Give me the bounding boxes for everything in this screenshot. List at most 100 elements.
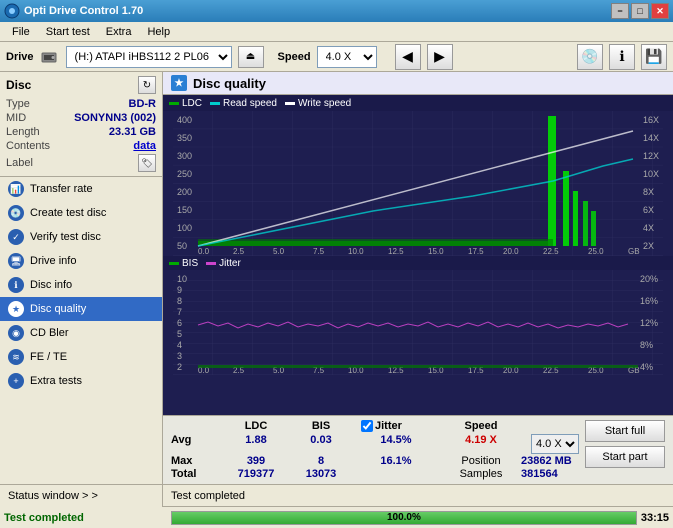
disc-contents-value[interactable]: data: [133, 140, 156, 152]
avg-jitter: 14.5%: [351, 434, 441, 454]
cd-bler-icon: ◉: [8, 325, 24, 341]
minimize-button[interactable]: −: [611, 3, 629, 19]
fe-te-icon: ≋: [8, 349, 24, 365]
jitter-header: Jitter: [375, 420, 402, 432]
disc-type-value: BD-R: [129, 98, 157, 110]
disc-contents-label: Contents: [6, 140, 50, 152]
drive-icon: [40, 48, 58, 66]
svg-text:25.0: 25.0: [588, 247, 604, 256]
nav-cd-bler[interactable]: ◉ CD Bler: [0, 321, 162, 345]
info-button[interactable]: ℹ: [609, 44, 635, 70]
speed-target-select[interactable]: 4.0 X: [531, 434, 579, 454]
avg-speed: 4.19 X: [441, 434, 521, 454]
nav-drive-info[interactable]: 🖥 Drive info: [0, 249, 162, 273]
disc-mid-value: SONYNN3 (002): [74, 112, 156, 124]
disc-refresh-button[interactable]: ↻: [138, 76, 156, 94]
nav-transfer-rate-label: Transfer rate: [30, 183, 93, 195]
svg-text:10: 10: [177, 274, 187, 284]
speed-select[interactable]: 4.0 X: [317, 46, 377, 68]
content-panel: ★ Disc quality LDC Read speed Write spee…: [163, 72, 673, 484]
svg-text:50: 50: [177, 241, 187, 251]
svg-text:6: 6: [177, 318, 182, 328]
max-jitter: 16.1%: [351, 455, 441, 467]
svg-text:250: 250: [177, 169, 192, 179]
svg-text:22.5: 22.5: [543, 247, 559, 256]
start-full-button[interactable]: Start full: [585, 420, 665, 442]
disc-length-value: 23.31 GB: [109, 126, 156, 138]
action-buttons: Start full Start part: [585, 420, 665, 468]
total-bis: 13073: [291, 468, 351, 480]
menu-extra[interactable]: Extra: [98, 24, 140, 40]
speed-target-select-container: 4.0 X: [531, 434, 579, 454]
svg-text:8%: 8%: [640, 340, 653, 350]
bis-legend-item: BIS: [169, 258, 198, 269]
status-window-button[interactable]: Status window > >: [0, 485, 163, 507]
nav-disc-info-label: Disc info: [30, 279, 72, 291]
bis-header: BIS: [291, 420, 351, 432]
test-completed-label: Test completed: [171, 490, 245, 502]
svg-text:7.5: 7.5: [313, 247, 325, 256]
spacer: [351, 420, 361, 432]
menu-start-test[interactable]: Start test: [38, 24, 98, 40]
drive-select[interactable]: (H:) ATAPI iHBS112 2 PL06: [66, 46, 232, 68]
status-bar: Status window > > Test completed Test co…: [0, 484, 673, 528]
menu-file[interactable]: File: [4, 24, 38, 40]
svg-text:14X: 14X: [643, 133, 659, 143]
speed-header: Speed: [441, 420, 521, 432]
disc-icon-button[interactable]: 💿: [577, 44, 603, 70]
nav-disc-quality-label: Disc quality: [30, 303, 86, 315]
svg-text:2: 2: [177, 362, 182, 372]
nav-disc-quality[interactable]: ★ Disc quality: [0, 297, 162, 321]
read-speed-legend-item: Read speed: [210, 98, 277, 109]
svg-text:8X: 8X: [643, 187, 654, 197]
samples-label: Samples: [441, 468, 521, 480]
arrow-left-button[interactable]: ◀: [395, 44, 421, 70]
disc-label-button[interactable]: 🏷: [138, 154, 156, 172]
arrow-right-button[interactable]: ▶: [427, 44, 453, 70]
svg-text:150: 150: [177, 205, 192, 215]
avg-label: Avg: [171, 434, 221, 454]
save-button[interactable]: 💾: [641, 44, 667, 70]
disc-type-label: Type: [6, 98, 30, 110]
svg-text:10X: 10X: [643, 169, 659, 179]
extra-tests-icon: +: [8, 373, 24, 389]
svg-text:400: 400: [177, 115, 192, 125]
disc-info-icon: ℹ: [8, 277, 24, 293]
sidebar: Disc ↻ Type BD-R MID SONYNN3 (002) Lengt…: [0, 72, 163, 484]
menu-help[interactable]: Help: [139, 24, 178, 40]
jitter-checkbox[interactable]: [361, 420, 373, 432]
svg-text:8: 8: [177, 296, 182, 306]
ldc-legend-label: LDC: [182, 98, 202, 109]
create-test-icon: 💿: [8, 205, 24, 221]
ldc-header: LDC: [221, 420, 291, 432]
svg-text:2X: 2X: [643, 241, 654, 251]
svg-text:4X: 4X: [643, 223, 654, 233]
eject-button[interactable]: ⏏: [238, 46, 264, 68]
svg-text:2.5: 2.5: [233, 247, 245, 256]
start-part-button[interactable]: Start part: [585, 446, 665, 468]
nav-transfer-rate[interactable]: 📊 Transfer rate: [0, 177, 162, 201]
total-samples: 381564: [521, 468, 558, 480]
svg-text:17.5: 17.5: [468, 247, 484, 256]
verify-test-icon: ✓: [8, 229, 24, 245]
svg-text:15.0: 15.0: [428, 247, 444, 256]
nav-extra-tests[interactable]: + Extra tests: [0, 369, 162, 393]
ldc-legend-item: LDC: [169, 98, 202, 109]
nav-create-test-disc[interactable]: 💿 Create test disc: [0, 201, 162, 225]
svg-text:9: 9: [177, 285, 182, 295]
bis-legend-dot: [169, 262, 179, 265]
title-bar: Opti Drive Control 1.70 − □ ✕: [0, 0, 673, 22]
nav-disc-info[interactable]: ℹ Disc info: [0, 273, 162, 297]
maximize-button[interactable]: □: [631, 3, 649, 19]
menu-bar: File Start test Extra Help: [0, 22, 673, 42]
nav-fe-te[interactable]: ≋ FE / TE: [0, 345, 162, 369]
nav-cd-bler-label: CD Bler: [30, 327, 69, 339]
nav-fe-te-label: FE / TE: [30, 351, 67, 363]
close-button[interactable]: ✕: [651, 3, 669, 19]
status-top-row: Status window > > Test completed: [0, 485, 673, 507]
jitter-legend-dot: [206, 262, 216, 265]
nav-list: 📊 Transfer rate 💿 Create test disc ✓ Ver…: [0, 177, 162, 393]
nav-verify-test-disc[interactable]: ✓ Verify test disc: [0, 225, 162, 249]
test-completed-area: Test completed: [163, 490, 673, 502]
avg-ldc: 1.88: [221, 434, 291, 454]
